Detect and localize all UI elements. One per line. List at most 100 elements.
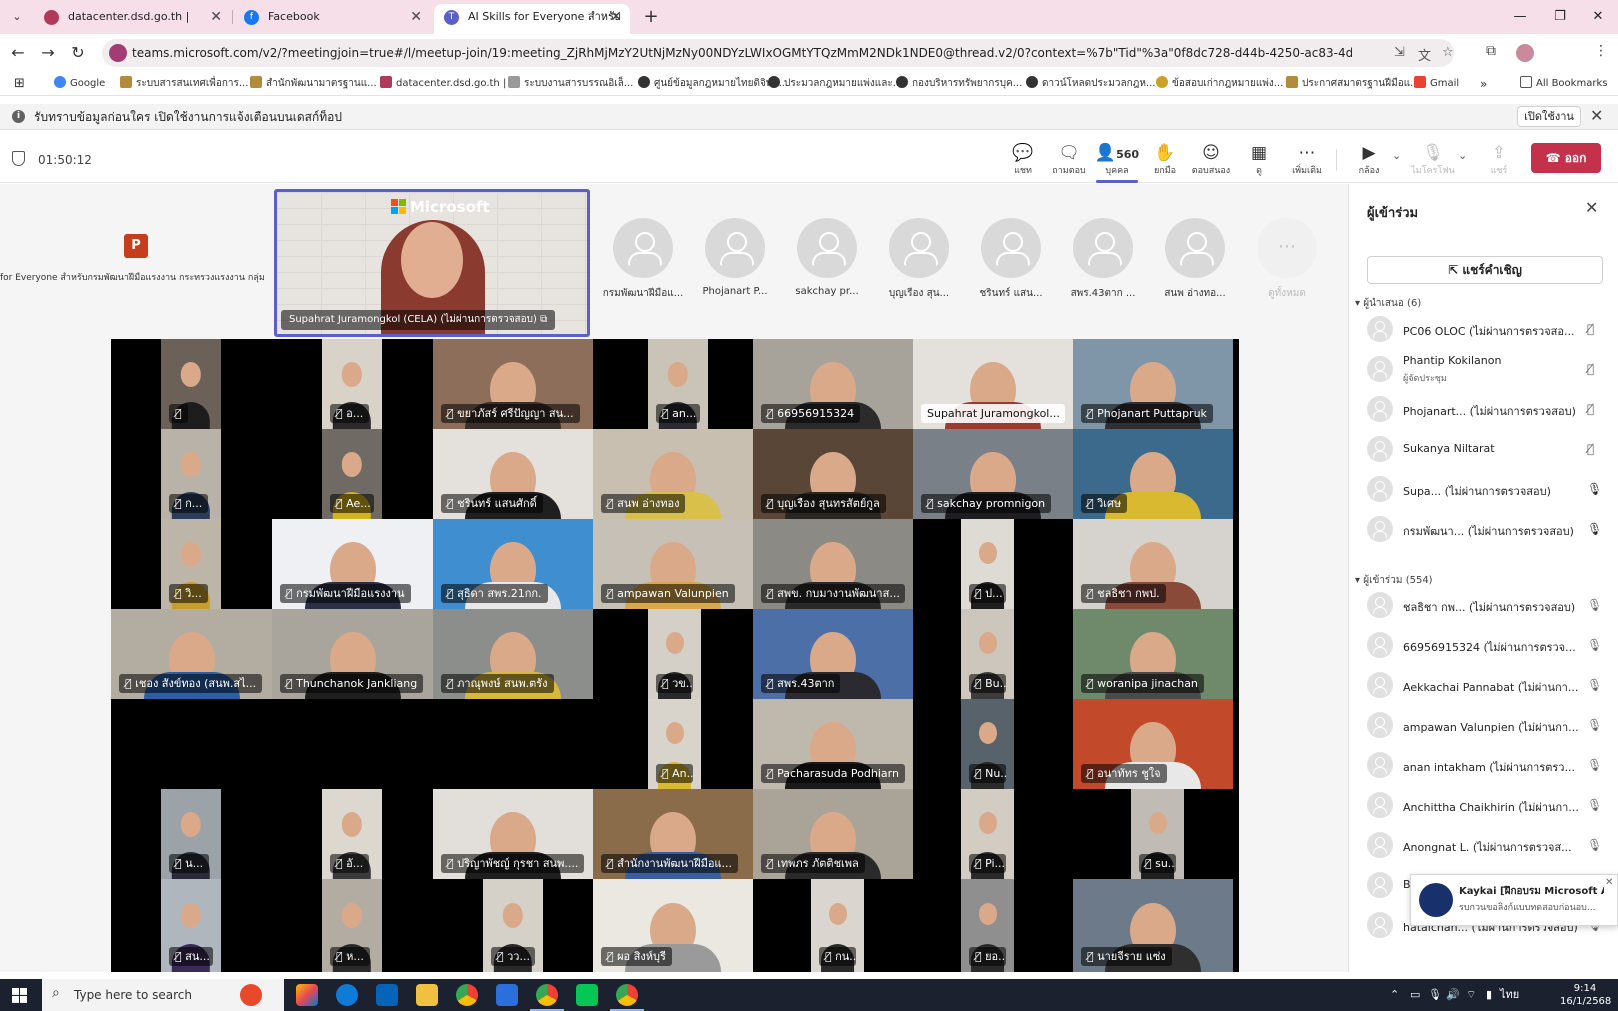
camera-button[interactable]: ▶ กล้อง — [1346, 141, 1392, 177]
video-tile[interactable]: 🎙̸ น... — [161, 789, 221, 879]
attendee-row[interactable]: Anongnat L. (ไม่ผ่านการตรวจส... 🎙 — [1367, 826, 1603, 866]
video-tile[interactable]: 🎙̸ วิเศษ — [1073, 429, 1233, 519]
video-tile[interactable]: 🎙̸ ป... — [961, 519, 1014, 609]
outlook-app-icon[interactable] — [376, 984, 398, 1006]
react-button[interactable]: ☺ ตอบสนอง — [1188, 141, 1234, 177]
video-tile[interactable]: 🎙̸ Ae... — [322, 429, 382, 519]
browser-tab-facebook[interactable]: f Facebook ✕ — [234, 4, 430, 34]
video-tile[interactable]: 🎙̸ Thunchanok Jankliang — [272, 609, 433, 699]
chat-button[interactable]: 💬 แชท — [1000, 141, 1046, 177]
taskbar-search[interactable]: ⌕ Type here to search — [42, 979, 284, 1011]
browser-tab-teams[interactable]: T AI Skills for Everyone สำหรับ ✕ — [434, 4, 630, 34]
video-tile[interactable]: 🎙̸ เชอง สังข์ทอง (สนพ.สไ... — [111, 609, 272, 699]
video-tile[interactable]: 🎙̸ บุญเรือง สุนทรสัตย์กูล — [753, 429, 913, 519]
video-tile[interactable]: 🎙̸ วว... — [483, 879, 543, 972]
bookmark-item[interactable]: ประมวลกฎหมายแพ่งและ... — [768, 75, 902, 93]
apps-grid-icon[interactable]: ⊞ — [14, 75, 25, 93]
attendee-row[interactable]: Anchittha Chaikhirin (ไม่ผ่านกา... 🎙 — [1367, 786, 1603, 826]
mic-options-chevron-icon[interactable]: ⌄ — [1458, 149, 1467, 162]
toast-close-icon[interactable]: ✕ — [1605, 877, 1613, 888]
video-tile[interactable]: 🎙̸ An... — [648, 699, 701, 789]
presenter-row[interactable]: Supa... (ไม่ผ่านการตรวจสอบ) 🎙 — [1367, 470, 1603, 510]
chrome-profile-app-icon[interactable] — [610, 984, 644, 1011]
video-tile[interactable]: 🎙̸ ปริญาพัชญ์ กุรชา สนพ.... — [433, 789, 593, 879]
video-tile[interactable]: 🎙̸ อั... — [322, 789, 382, 879]
site-info-icon[interactable] — [109, 44, 127, 62]
video-tile[interactable]: 🎙̸ ชลธิชา กพป. — [1073, 519, 1233, 609]
video-tile[interactable]: 🎙̸ Bu... — [961, 609, 1014, 699]
camera-options-chevron-icon[interactable]: ⌄ — [1392, 149, 1401, 162]
system-clock[interactable]: 9:14 16/1/2568 — [1560, 982, 1611, 1008]
video-tile[interactable]: 🎙̸ su... — [1131, 789, 1184, 879]
video-tile[interactable]: 🎙̸ ก... — [161, 429, 221, 519]
video-tile[interactable]: 🎙̸ 66956915324 — [753, 339, 913, 429]
bookmark-item[interactable]: ศูนย์ข้อมูลกฎหมายไทยดิจิทัล... — [638, 75, 788, 93]
bookmark-item[interactable]: ระบบงานสารบรรณอิเล็... — [508, 75, 633, 93]
restore-icon[interactable]: ❐ — [1542, 4, 1578, 30]
video-tile[interactable]: 🎙̸ อนาทัทร ชูใจ — [1073, 699, 1233, 789]
participant-strip-item[interactable]: บุญเรือง สุน... — [876, 218, 962, 301]
participant-strip-item[interactable]: สพร.43ตาก ... — [1060, 218, 1146, 301]
enable-notifications-button[interactable]: เปิดใช้งาน — [1517, 106, 1581, 127]
chrome-app-icon[interactable] — [456, 984, 478, 1006]
video-tile[interactable]: 🎙̸ วิ... — [161, 519, 221, 609]
bookmark-gmail[interactable]: Gmail — [1414, 75, 1459, 93]
video-tile[interactable]: 🎙̸ woranipa jinachan — [1073, 609, 1233, 699]
panel-close-icon[interactable]: ✕ — [1585, 198, 1598, 217]
volume-icon[interactable]: 🔊 — [1446, 979, 1460, 1011]
video-tile[interactable]: 🎙̸ Pi... — [961, 789, 1014, 879]
tab-close-icon[interactable]: ✕ — [610, 4, 622, 30]
install-app-icon[interactable]: ⇲ — [1394, 45, 1405, 60]
edge-app-icon[interactable] — [336, 984, 358, 1006]
shared-content-thumbnail[interactable]: P for Everyone สำหรับกรมพัฒนาฝีมือแรงงาน… — [0, 234, 270, 294]
attendee-row[interactable]: anan intakham (ไม่ผ่านการตรว... 🎙 — [1367, 746, 1603, 786]
more-button[interactable]: ⋯ เพิ่มเติม — [1284, 141, 1330, 177]
presenter-row[interactable]: PC06 OLOC (ไม่ผ่านการตรวจสอ... 🎙̸ — [1367, 310, 1603, 350]
video-tile[interactable]: 🎙̸ สนพ อ่างทอง — [593, 429, 753, 519]
video-tile[interactable]: 🎙̸ ชรินทร์ แสนศักดิ์ — [433, 429, 593, 519]
bookmark-item[interactable]: datacenter.dsd.go.th | — [380, 75, 506, 93]
video-tile[interactable]: 🎙̸ an... — [648, 339, 708, 429]
forward-arrow-icon[interactable]: → — [36, 41, 60, 65]
all-bookmarks[interactable]: All Bookmarks — [1520, 75, 1607, 93]
view-button[interactable]: ▦ ดู — [1236, 141, 1282, 177]
network-icon[interactable]: ▭ — [1410, 979, 1420, 1011]
view-all-participants[interactable]: ⋯ ดูทั้งหมด — [1244, 218, 1330, 301]
video-tile[interactable]: 🎙̸ วข... — [648, 609, 701, 699]
infobar-close-icon[interactable]: ✕ — [1590, 106, 1603, 125]
presenter-row[interactable]: Phantip Kokilanon ผู้จัดประชุม 🎙̸ — [1367, 350, 1603, 390]
share-invite-button[interactable]: ⇱ แชร์คำเชิญ — [1367, 256, 1603, 284]
tray-chevron-icon[interactable]: ⌃ — [1390, 979, 1399, 1011]
chrome-active-app-icon[interactable] — [530, 984, 564, 1011]
tab-close-icon[interactable]: ✕ — [410, 4, 422, 30]
window-close-icon[interactable]: ✕ — [1580, 4, 1616, 30]
presenters-section-header[interactable]: ▾ ผู้นำเสนอ (6) — [1355, 296, 1421, 311]
bookmark-star-icon[interactable]: ☆ — [1442, 45, 1454, 60]
address-bar[interactable]: teams.microsoft.com/v2/?meetingjoin=true… — [102, 39, 1454, 67]
video-tile[interactable]: 🎙̸ ห... — [322, 879, 382, 972]
video-tile[interactable]: 🎙̸ กน... — [811, 879, 864, 972]
bookmark-item[interactable]: กองบริหารทรัพยากรบุค... — [896, 75, 1022, 93]
input-language[interactable]: ไทย — [1500, 979, 1519, 1011]
video-tile[interactable]: 🎙̸ นายจีราย แซ่ง — [1073, 879, 1233, 972]
leave-button[interactable]: ☎ ออก — [1531, 143, 1601, 173]
video-tile[interactable]: 🎙̸ sakchay promnigon — [913, 429, 1073, 519]
line-app-icon[interactable] — [576, 984, 598, 1006]
share-button[interactable]: ⇪ แชร์ — [1476, 141, 1522, 177]
bookmark-google[interactable]: Google — [54, 75, 105, 93]
video-tile[interactable]: 🎙̸ ภาณุพงษ์ สนพ.ตรัง — [433, 609, 593, 699]
back-arrow-icon[interactable]: ← — [6, 41, 30, 65]
video-tile[interactable]: 🎙̸ สำนักงานพัฒนาฝีมือแ... — [593, 789, 753, 879]
attendee-row[interactable]: ampawan Valunpien (ไม่ผ่านกา... 🎙 — [1367, 706, 1603, 746]
video-tile[interactable]: 🎙̸ อ... — [322, 339, 382, 429]
people-button[interactable]: 👤560 บุคคล — [1094, 141, 1140, 177]
video-tile[interactable]: 🎙̸ สพร.43ตาก — [753, 609, 913, 699]
mic-button[interactable]: 🎙 ไมโครโฟน — [1410, 141, 1456, 177]
minimize-icon[interactable]: — — [1502, 4, 1538, 30]
participant-strip-item[interactable]: Phojanart P... — [692, 218, 778, 297]
tab-search-chevron-icon[interactable]: ⌄ — [6, 6, 28, 28]
extensions-icon[interactable]: ⧉ — [1486, 43, 1496, 59]
attendee-row[interactable]: 66956915324 (ไม่ผ่านการตรวจ... 🎙 — [1367, 626, 1603, 666]
participant-strip-item[interactable]: สนพ อ่างทอ... — [1152, 218, 1238, 301]
wifi-icon[interactable]: ⌔ — [1466, 979, 1476, 1011]
